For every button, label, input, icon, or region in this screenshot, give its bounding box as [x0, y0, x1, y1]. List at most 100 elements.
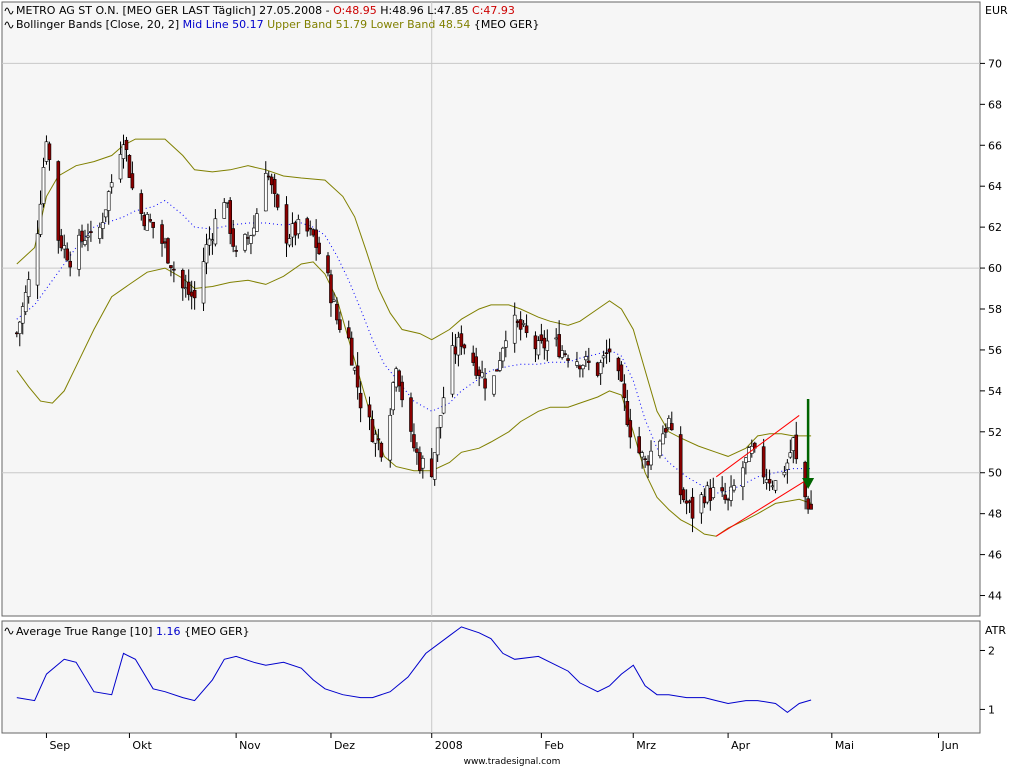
candle-down — [367, 404, 372, 418]
candle-down — [376, 438, 381, 441]
candle-down — [311, 229, 315, 236]
candle-up — [598, 362, 603, 374]
candle-down — [65, 248, 69, 261]
candle-up — [456, 336, 461, 356]
time-axis: Sep Okt Nov Dez 2008 Feb Mrz Apr Mai Jun — [45, 733, 959, 752]
candle-up — [649, 450, 653, 466]
candle-up — [584, 356, 588, 361]
price-unit-label: EUR — [985, 4, 1008, 17]
atr-panel: 12 ATR Average True Range [10] 1.16 {MEO… — [1, 620, 1006, 734]
candle-up — [432, 452, 437, 480]
candle-down — [646, 461, 650, 466]
price-tick-label-60: 60 — [988, 262, 1002, 275]
candle-down — [317, 242, 321, 255]
candle-up — [106, 191, 111, 211]
time-tick-label-Feb: Feb — [544, 739, 563, 752]
candle-down — [142, 215, 147, 227]
legend-high: H:48.96 — [377, 4, 424, 17]
candle-up — [581, 365, 585, 370]
candle-up — [480, 372, 484, 378]
candle-down — [643, 458, 647, 461]
atr-tick-label-1: 1 — [988, 703, 995, 716]
candle-down — [314, 229, 318, 248]
price-tick-label-58: 58 — [988, 303, 1002, 316]
candle-down — [275, 194, 280, 208]
candle-up — [296, 219, 301, 235]
candle-up — [98, 226, 102, 239]
candle-up — [145, 214, 150, 231]
candle-down — [702, 496, 707, 504]
candle-up — [785, 462, 790, 470]
candle-up — [100, 222, 105, 229]
legend-line-1: METRO AG ST O.N. [MEO GER LAST Täglich] … — [16, 4, 515, 17]
time-tick-label-Jun: Jun — [941, 739, 959, 752]
candle-up — [601, 355, 606, 359]
candle-up — [545, 340, 550, 351]
candle-down — [127, 155, 132, 178]
candle-down — [172, 268, 176, 271]
candle-down — [684, 500, 689, 504]
candle-up — [204, 244, 209, 264]
candle-up — [498, 360, 502, 371]
candle-down — [139, 193, 144, 214]
candle-down — [604, 352, 609, 355]
candle-down — [180, 269, 185, 289]
price-tick-label-66: 66 — [988, 139, 1002, 152]
candle-up — [20, 306, 25, 324]
candle-down — [148, 219, 152, 222]
candle-down — [563, 353, 567, 355]
candle-up — [109, 182, 114, 188]
price-tick-label-50: 50 — [988, 467, 1002, 480]
candle-up — [741, 467, 745, 487]
candle-down — [231, 228, 235, 247]
price-tick-label-64: 64 — [988, 180, 1002, 193]
candle-down — [293, 222, 298, 236]
candle-up — [373, 433, 378, 444]
candle-up — [450, 345, 455, 395]
candle-down — [15, 332, 19, 335]
candle-down — [272, 179, 277, 194]
candle-up — [575, 361, 579, 366]
candle-down — [47, 143, 52, 160]
candle-up — [536, 340, 541, 356]
candle-down — [767, 478, 772, 484]
candle-up — [421, 458, 425, 469]
candle-up — [290, 223, 295, 238]
candle-down — [477, 369, 481, 377]
candle-up — [118, 154, 123, 180]
candle-down — [192, 289, 197, 299]
candle-up — [435, 427, 440, 456]
atr-axis: 12 — [980, 644, 995, 716]
candle-down — [151, 221, 155, 228]
stock-chart: 44 46 48 50 52 54 56 58 60 62 64 66 68 70 EUR METRO A… — [1, 1, 1008, 767]
candle-down — [619, 364, 624, 382]
legend-bb-mid: Mid Line 50.17 — [179, 18, 263, 31]
candle-up — [252, 227, 256, 236]
price-tick-label-62: 62 — [988, 221, 1002, 234]
candle-down — [726, 498, 730, 501]
candle-down — [637, 436, 641, 454]
candle-down — [228, 200, 232, 234]
price-axis: 44 46 48 50 52 54 56 58 60 62 64 66 68 70 — [980, 57, 1002, 603]
candle-up — [438, 415, 443, 428]
candle-up — [512, 314, 517, 344]
candle-down — [166, 238, 170, 264]
candle-down — [495, 369, 499, 372]
candle-up — [222, 202, 227, 219]
footer-credit: www.tradesignal.com — [464, 757, 561, 767]
candle-down — [723, 494, 727, 500]
candle-up — [658, 440, 662, 457]
candle-up — [103, 209, 108, 218]
candle-up — [41, 167, 46, 204]
candle-down — [681, 489, 686, 501]
atr-tick-label-2: 2 — [988, 644, 995, 657]
candle-down — [628, 420, 633, 438]
candle-up — [788, 452, 793, 458]
candle-down — [607, 348, 612, 353]
price-tick-label-44: 44 — [988, 590, 1002, 603]
price-tick-label-54: 54 — [988, 385, 1002, 398]
candle-up — [23, 292, 28, 312]
time-tick-label-Mai: Mai — [835, 739, 854, 752]
candle-down — [397, 370, 401, 387]
candle-down — [68, 260, 72, 268]
